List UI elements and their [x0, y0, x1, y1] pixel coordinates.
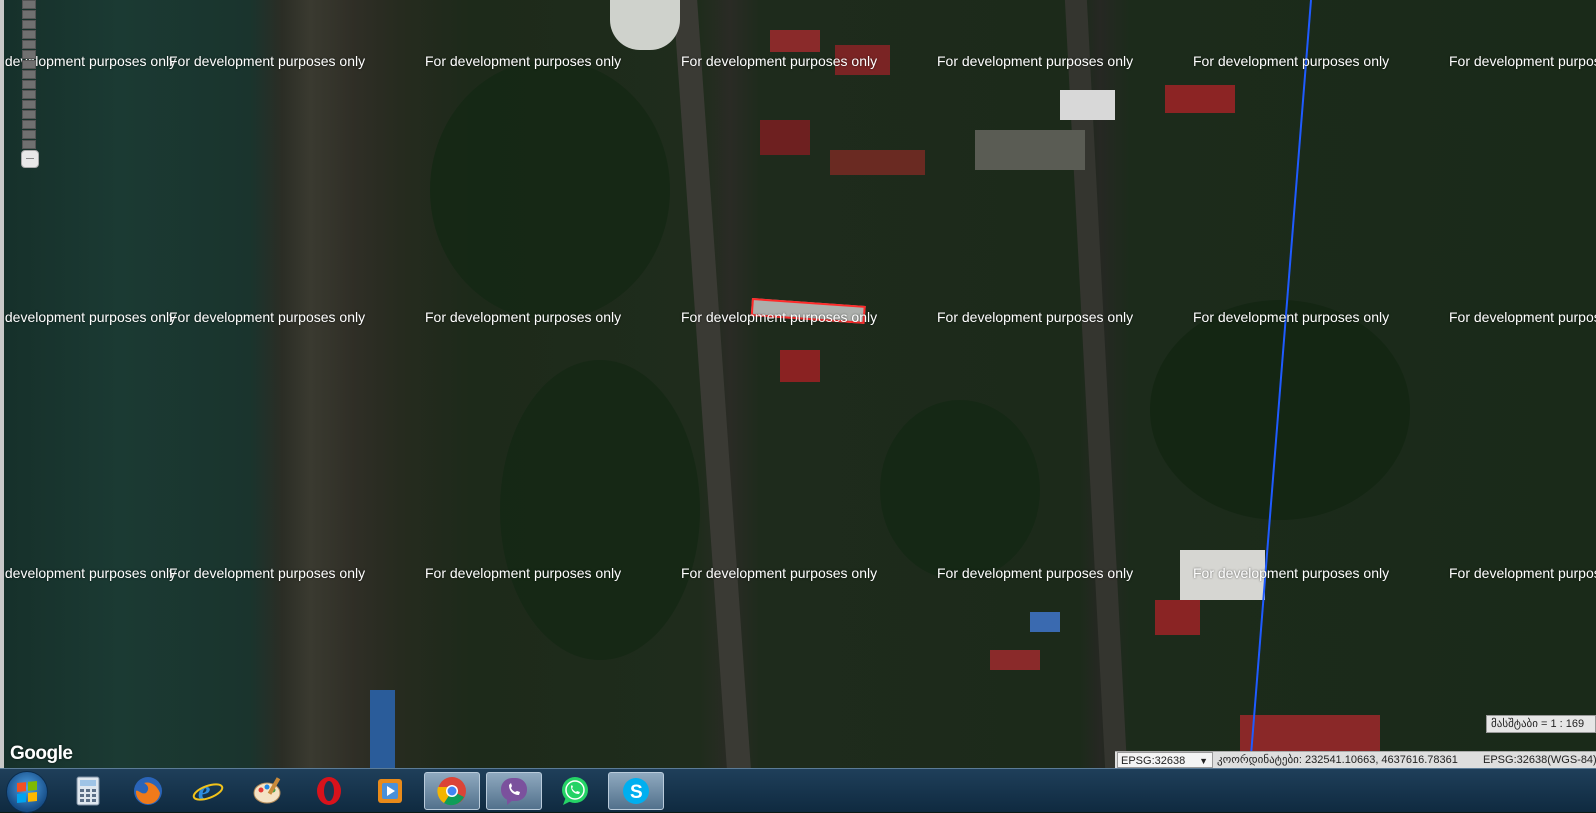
taskbar-app-paint[interactable] [240, 772, 296, 810]
projection-label: EPSG:32638(WGS-84) [1483, 754, 1596, 766]
viber-icon [501, 778, 527, 805]
watermark-text: For development purposes only [1193, 53, 1390, 69]
windows-logo-icon [17, 780, 37, 804]
zoom-slider[interactable] [21, 0, 39, 168]
watermark-text: For development purposes only [0, 309, 177, 325]
map-status-bar: EPSG:32638 ▼ კოორდინატები: 232541.10663,… [1115, 751, 1596, 768]
boundary-line [1249, 0, 1312, 768]
watermark-text: For development purposes only [681, 53, 878, 69]
taskbar-app-firefox[interactable] [120, 772, 176, 810]
watermark-text: For development purposes only [169, 565, 366, 581]
watermark-text: For development purposes only [681, 565, 878, 581]
whatsapp-icon [562, 777, 588, 805]
map-view[interactable]: For development purposes only For develo… [0, 0, 1596, 768]
watermark-text: For development purposes only [425, 565, 622, 581]
watermark-text: For development purposes only [169, 309, 366, 325]
zoom-level-tick[interactable] [22, 90, 36, 99]
start-button[interactable] [6, 771, 48, 813]
internet-explorer-icon: e [192, 776, 224, 807]
svg-text:e: e [198, 776, 210, 807]
media-player-icon [378, 779, 402, 803]
chevron-down-icon: ▼ [1199, 756, 1208, 766]
skype-icon: S [623, 778, 649, 804]
zoom-level-tick[interactable] [22, 20, 36, 29]
watermark-text: For development purposes only [425, 53, 622, 69]
taskbar-app-calculator[interactable] [60, 772, 116, 810]
watermark-text: For development purposes only [0, 565, 177, 581]
firefox-icon [134, 777, 162, 805]
taskbar-app-skype[interactable]: S [608, 772, 664, 810]
zoom-slider-handle[interactable] [21, 150, 39, 168]
projection-select[interactable]: EPSG:32638 ▼ [1117, 752, 1213, 768]
zoom-level-tick[interactable] [22, 120, 36, 129]
watermark-text: For development purposes only [937, 565, 1134, 581]
taskbar-app-opera[interactable] [301, 772, 357, 810]
watermark-text: For development purposes only [1449, 53, 1596, 69]
taskbar-app-internet-explorer[interactable]: e [180, 772, 236, 810]
zoom-level-tick[interactable] [22, 110, 36, 119]
paint-icon [253, 777, 281, 804]
zoom-level-tick[interactable] [22, 70, 36, 79]
watermark-text: For development purposes only [1193, 565, 1390, 581]
watermark-text: For development purposes only [1449, 565, 1596, 581]
taskbar: e S [0, 768, 1596, 813]
watermark-text: For development purposes only [937, 53, 1134, 69]
svg-text:S: S [630, 782, 643, 803]
watermark-text: For development purposes only [1193, 309, 1390, 325]
google-logo: Google [10, 743, 73, 764]
watermark-text: For development purposes only [681, 309, 878, 325]
zoom-level-tick[interactable] [22, 100, 36, 109]
watermark-text: For development purposes only [425, 309, 622, 325]
projection-select-value: EPSG:32638 [1121, 755, 1186, 767]
coordinates-readout: კოორდინატები: 232541.10663, 4637616.7836… [1217, 754, 1458, 766]
zoom-level-tick[interactable] [22, 0, 36, 9]
zoom-level-tick[interactable] [22, 140, 36, 149]
zoom-level-tick[interactable] [22, 40, 36, 49]
taskbar-app-media-player[interactable] [362, 772, 418, 810]
taskbar-app-viber[interactable] [486, 772, 542, 810]
zoom-level-tick[interactable] [22, 50, 36, 59]
chrome-icon [437, 777, 466, 806]
watermark-text: For development purposes only [1449, 309, 1596, 325]
zoom-level-tick[interactable] [22, 30, 36, 39]
zoom-level-tick[interactable] [22, 60, 36, 69]
boundary-line-segment [1249, 0, 1312, 768]
zoom-level-tick[interactable] [22, 130, 36, 139]
calculator-icon [76, 776, 100, 806]
watermark-text: For development purposes only [169, 53, 366, 69]
watermark-text: For development purposes only [937, 309, 1134, 325]
scale-display: მასშტაბი = 1 : 169 [1486, 715, 1596, 733]
window-border [0, 0, 4, 768]
taskbar-app-chrome[interactable] [424, 772, 480, 810]
taskbar-app-whatsapp[interactable] [547, 772, 603, 810]
zoom-level-tick[interactable] [22, 10, 36, 19]
opera-icon [317, 777, 341, 805]
zoom-level-tick[interactable] [22, 80, 36, 89]
